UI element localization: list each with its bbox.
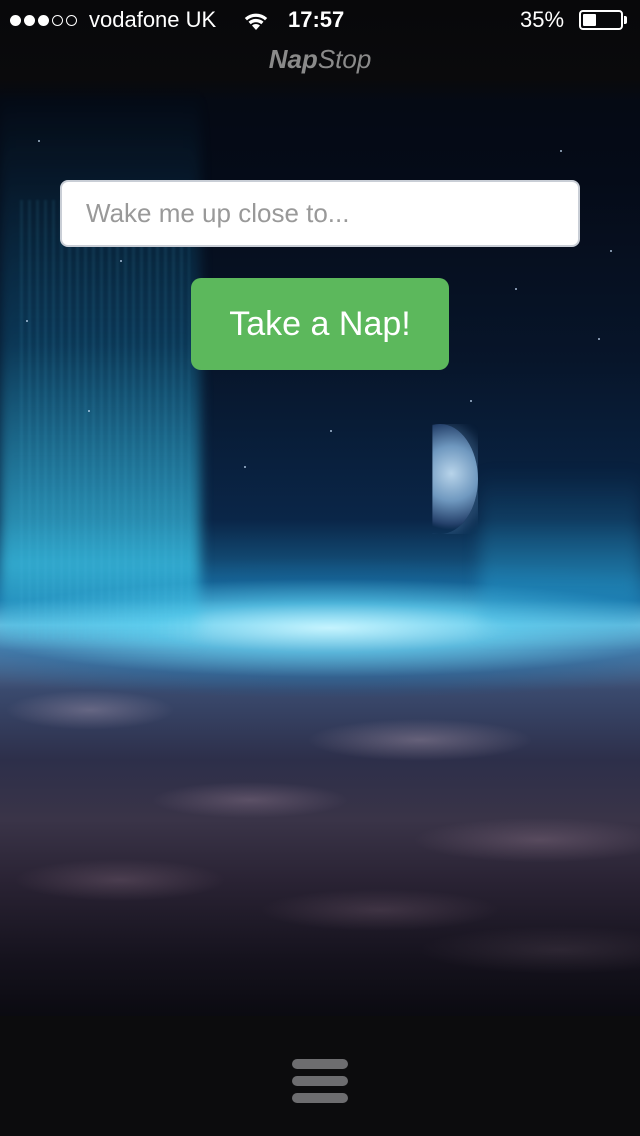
wifi-icon: [244, 13, 268, 30]
battery-tip: [624, 16, 627, 24]
aurora-glow-right: [480, 470, 640, 640]
menu-line: [292, 1076, 348, 1086]
menu-line: [292, 1059, 348, 1069]
battery-percentage: 35%: [520, 7, 565, 32]
app-screen: vodafone UK 17:57 35% NapStop Take a Nap…: [0, 0, 640, 1136]
destination-input[interactable]: [60, 180, 580, 247]
app-title-rest: Stop: [317, 44, 372, 74]
app-title-bold: Nap: [268, 44, 318, 74]
aurora-streaks-left: [20, 200, 190, 640]
battery-icon: [579, 10, 623, 30]
carrier-name: vodafone UK: [89, 7, 217, 32]
signal-dot: [24, 14, 35, 26]
signal-dot: [66, 14, 77, 26]
hamburger-menu-icon[interactable]: [288, 1054, 352, 1108]
signal-strength-icon: [10, 0, 77, 40]
status-bar: vodafone UK 17:57 35%: [0, 0, 640, 40]
signal-dot: [38, 14, 49, 26]
take-a-nap-button[interactable]: Take a Nap!: [191, 278, 449, 370]
cloud-layer: [0, 650, 640, 1030]
status-time: 17:57: [288, 7, 345, 32]
signal-dot: [52, 14, 63, 26]
battery-level-fill: [583, 14, 596, 26]
app-title: NapStop: [0, 44, 640, 75]
menu-line: [292, 1093, 348, 1103]
signal-dot: [10, 14, 21, 26]
